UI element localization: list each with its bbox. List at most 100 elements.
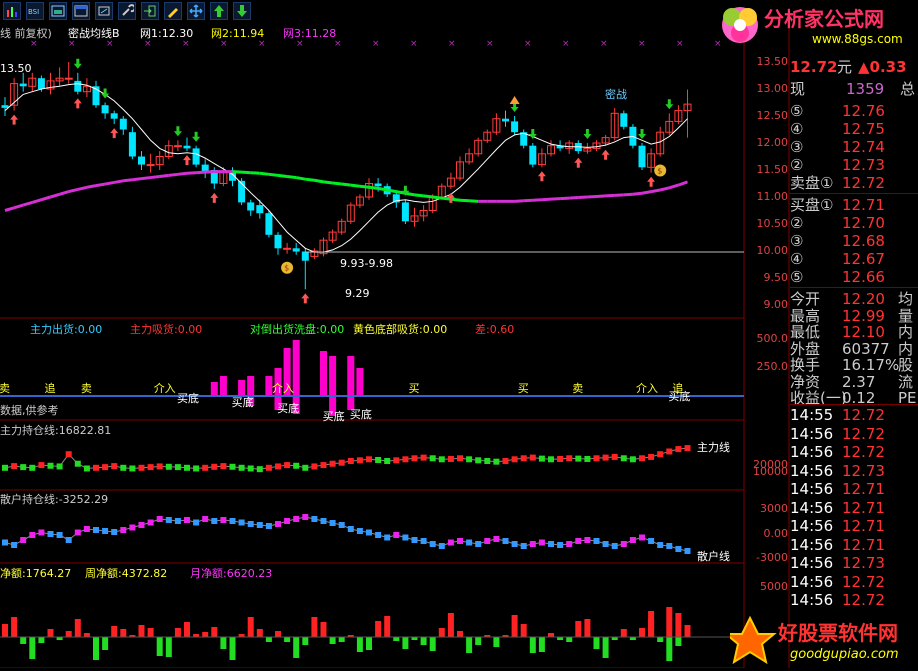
tick-row: 14:56 12.73 (790, 462, 918, 480)
ma-slow-segment (587, 194, 597, 199)
retail-marker (165, 517, 172, 523)
retail-marker (529, 541, 536, 547)
net-flow-bar (538, 637, 545, 652)
tick-row-label: 14:56 (790, 554, 834, 572)
sub1-maidi-label: 买底 (350, 407, 372, 421)
net-flow-bar (147, 628, 154, 637)
stat-item: 今开 12.20 均 (790, 290, 918, 308)
candle-body (283, 247, 292, 250)
retail-marker (74, 529, 81, 536)
retail-marker (256, 522, 263, 528)
money-bag-sign: $ (657, 167, 662, 176)
sub3-tick: 0.00 (763, 527, 789, 540)
retail-marker (29, 532, 36, 538)
sub1-signal-label: 卖 (572, 382, 583, 395)
sub4-tick: 5000 (760, 580, 788, 593)
sub1-maidi-label: 买底 (323, 409, 345, 423)
retail-marker (684, 548, 691, 554)
sell-level: ⑤ 12.76 (790, 102, 918, 120)
tick-row: 14:55 12.72 (790, 406, 918, 424)
price-unit: 元 (837, 58, 853, 76)
top-marker: × (638, 39, 646, 49)
net-flow-bar (466, 637, 473, 653)
main-force-marker (74, 460, 81, 467)
buy-level-label: ④ (790, 250, 804, 268)
retail-marker (193, 519, 200, 526)
retail-marker (593, 538, 600, 544)
net-flow-bar (648, 611, 655, 637)
candle-body (19, 83, 27, 87)
main-force-marker (193, 465, 200, 472)
sub1-bar (320, 351, 327, 396)
net-flow-bar (384, 616, 391, 637)
main-force-marker (466, 456, 473, 463)
ma-slow-segment (31, 198, 42, 204)
sub1-bar (356, 368, 364, 396)
retail-marker (639, 534, 645, 541)
net-flow-bar (329, 637, 336, 644)
net-flow-bar (102, 637, 109, 650)
sub1-note: 数据,供参考 (0, 404, 59, 417)
retail-marker (611, 543, 618, 549)
tick-row: 14:56 12.71 (790, 536, 918, 554)
ma-slow-segment (205, 170, 215, 174)
ma-slow-segment (578, 195, 588, 200)
retail-marker (2, 539, 8, 546)
retail-marker (302, 514, 309, 520)
main-force-marker (666, 448, 673, 455)
ma-slow-segment (560, 196, 570, 201)
net-flow-bar (593, 637, 600, 649)
tick-row-label: 14:56 (790, 480, 834, 498)
main-force-marker (275, 463, 281, 470)
candle-body (638, 145, 646, 168)
candle-body (183, 145, 191, 149)
ma-slow-segment (22, 200, 33, 207)
ma-slow-segment (459, 198, 470, 203)
retail-marker (11, 542, 18, 548)
y-tick: 13.00 (756, 82, 789, 95)
main-force-marker (165, 463, 172, 470)
main-force-marker (384, 458, 391, 464)
main-force-marker (320, 462, 327, 469)
ma-slow-segment (350, 183, 361, 188)
main-force-marker (138, 464, 145, 471)
buy-arrow-icon (73, 98, 82, 109)
stat-extra: 内 (898, 339, 914, 358)
ma-slow-segment (469, 199, 479, 203)
net-flow-bar (511, 615, 518, 637)
main-force-marker (629, 456, 636, 463)
sell-arrow-icon (638, 129, 646, 139)
ma-slow-segment (4, 206, 15, 212)
buy-level-value: 12.70 (842, 214, 885, 232)
main-force-marker (375, 456, 382, 463)
sell-level: 卖盘① 12.72 (790, 174, 918, 192)
sub1-signal-label: 介入 (154, 382, 176, 395)
ma-slow-segment (641, 190, 652, 195)
buy-level-label: 买盘① (790, 196, 834, 214)
ma-slow-segment (95, 182, 106, 188)
sub1-signal-label: 卖 (81, 382, 92, 395)
main-force-marker (429, 455, 436, 462)
buy-level-label: ⑤ (790, 268, 804, 286)
retail-marker (566, 541, 573, 547)
sub1-maidi-label: 买底 (277, 401, 299, 415)
retail-marker (602, 541, 609, 547)
ma-slow-segment (13, 203, 24, 210)
net-flow-bar (184, 622, 190, 637)
retail-marker (211, 518, 218, 524)
ma-slow-segment (677, 180, 689, 187)
net-flow-bar (111, 626, 118, 637)
net-flow-bar (220, 637, 227, 649)
candle-body (511, 121, 519, 133)
sub2-tick: 10000 (753, 465, 788, 478)
main-force-marker (147, 464, 154, 471)
tick-row: 14:56 12.72 (790, 573, 918, 591)
retail-marker (557, 542, 564, 548)
sub4-a: 净额:1764.27 (0, 567, 72, 580)
candle-body (529, 145, 537, 165)
tick-row-label: 14:56 (790, 535, 834, 554)
main-force-marker (265, 464, 272, 471)
retail-marker (356, 528, 363, 534)
net-flow-bar (675, 637, 682, 646)
ma-slow-segment (377, 186, 388, 192)
